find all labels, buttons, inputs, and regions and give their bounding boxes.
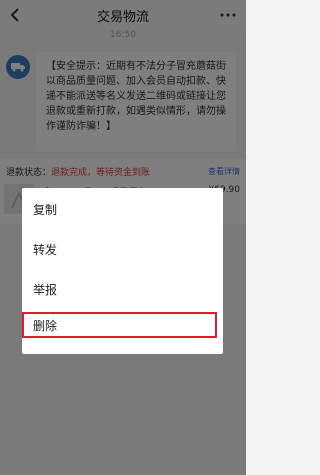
menu-item-report[interactable]: 举报	[33, 281, 57, 298]
delete-highlight-box	[22, 312, 217, 338]
context-menu: 复制 转发 举报 删除	[22, 188, 223, 354]
menu-item-forward[interactable]: 转发	[33, 241, 57, 258]
menu-item-copy[interactable]: 复制	[33, 201, 57, 218]
